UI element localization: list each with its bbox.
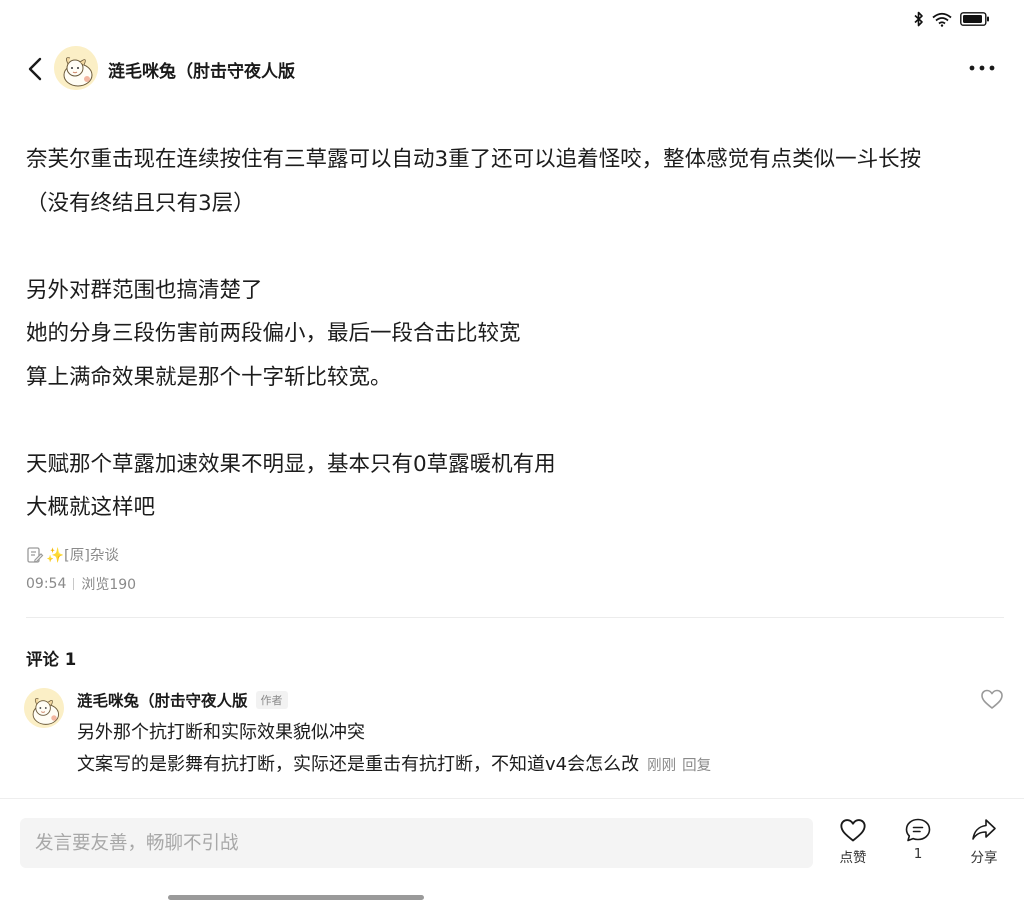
reply-button[interactable]: 回复 (682, 754, 711, 775)
more-dots-icon (969, 65, 995, 71)
post-line: 另外对群范围也搞清楚了 (26, 277, 263, 303)
post-line: 她的分身三段伤害前两段偏小，最后一段合击比较宽 (26, 321, 521, 346)
comment-text-line2: 文案写的是影舞有抗打断，实际还是重击有抗打断，不知道v4会怎么改 刚刚 回复 (77, 750, 711, 776)
post-tag[interactable]: ✨[原]杂谈 (26, 544, 119, 565)
post-line: 大概就这样吧 (26, 495, 156, 520)
commenter-name[interactable]: 涟毛咪兔（肘击守夜人版 作者 (77, 689, 288, 711)
bottom-separator (0, 798, 1024, 799)
share-label: 分享 (970, 850, 998, 866)
comment-input[interactable] (20, 818, 813, 868)
wifi-icon (932, 12, 952, 27)
comment-item: 涟毛咪兔（肘击守夜人版 作者 另外那个抗打断和实际效果貌似冲突 文案写的是影舞有… (24, 686, 1004, 786)
comment-like-button[interactable] (980, 688, 1004, 710)
comment-count: 1 (913, 846, 923, 862)
heart-icon (840, 819, 866, 842)
author-avatar[interactable] (54, 46, 98, 90)
post-line: 奈芙尔重击现在连续按住有三草露可以自动3重了还可以追着怪咬，整体感觉有点类似一斗… (26, 147, 922, 172)
post-time: 09:54 (26, 576, 67, 592)
comment-bubble-icon (905, 818, 931, 842)
share-button[interactable]: 分享 (954, 817, 1014, 873)
like-label: 点赞 (839, 850, 867, 866)
commenter-name-text: 涟毛咪兔（肘击守夜人版 (77, 692, 248, 710)
like-button[interactable]: 点赞 (823, 817, 883, 873)
comment-text: 文案写的是影舞有抗打断，实际还是重击有抗打断，不知道v4会怎么改 (77, 754, 640, 775)
heart-icon (981, 689, 1003, 709)
author-name[interactable]: 涟毛咪兔（肘击守夜人版 (108, 57, 295, 82)
comment-time: 刚刚 (647, 758, 677, 774)
comment-button[interactable]: 1 (888, 817, 948, 873)
comments-title: 评论 1 (26, 650, 77, 669)
status-bar (914, 8, 990, 30)
tag-label: ✨[原]杂谈 (46, 548, 119, 564)
post-line: 算上满命效果就是那个十字斩比较宽。 (26, 364, 392, 390)
meta-separator (73, 578, 75, 590)
top-bar: 涟毛咪兔（肘击守夜人版 (0, 44, 1024, 94)
divider (26, 617, 1004, 618)
author-badge: 作者 (255, 691, 288, 709)
post-line: （没有终结且只有3层） (26, 190, 255, 216)
chevron-left-icon (28, 57, 42, 81)
comment-input-box[interactable] (20, 818, 813, 868)
edit-note-icon (27, 546, 44, 563)
back-button[interactable] (22, 54, 50, 84)
commenter-avatar[interactable] (24, 688, 64, 728)
comment-text: 另外那个抗打断和实际效果貌似冲突 (77, 722, 365, 743)
post-line: 天赋那个草露加速效果不明显，基本只有0草露暖机有用 (26, 451, 556, 477)
post-meta: 09:54 浏览190 (26, 574, 136, 594)
share-arrow-icon (972, 819, 996, 840)
bluetooth-icon (914, 11, 923, 27)
post-body: 奈芙尔重击现在连续按住有三草露可以自动3重了还可以追着怪咬，整体感觉有点类似一斗… (26, 138, 1001, 530)
home-indicator[interactable] (168, 895, 424, 900)
post-views: 浏览190 (81, 577, 137, 593)
battery-icon (960, 12, 989, 26)
more-button[interactable] (968, 58, 996, 78)
